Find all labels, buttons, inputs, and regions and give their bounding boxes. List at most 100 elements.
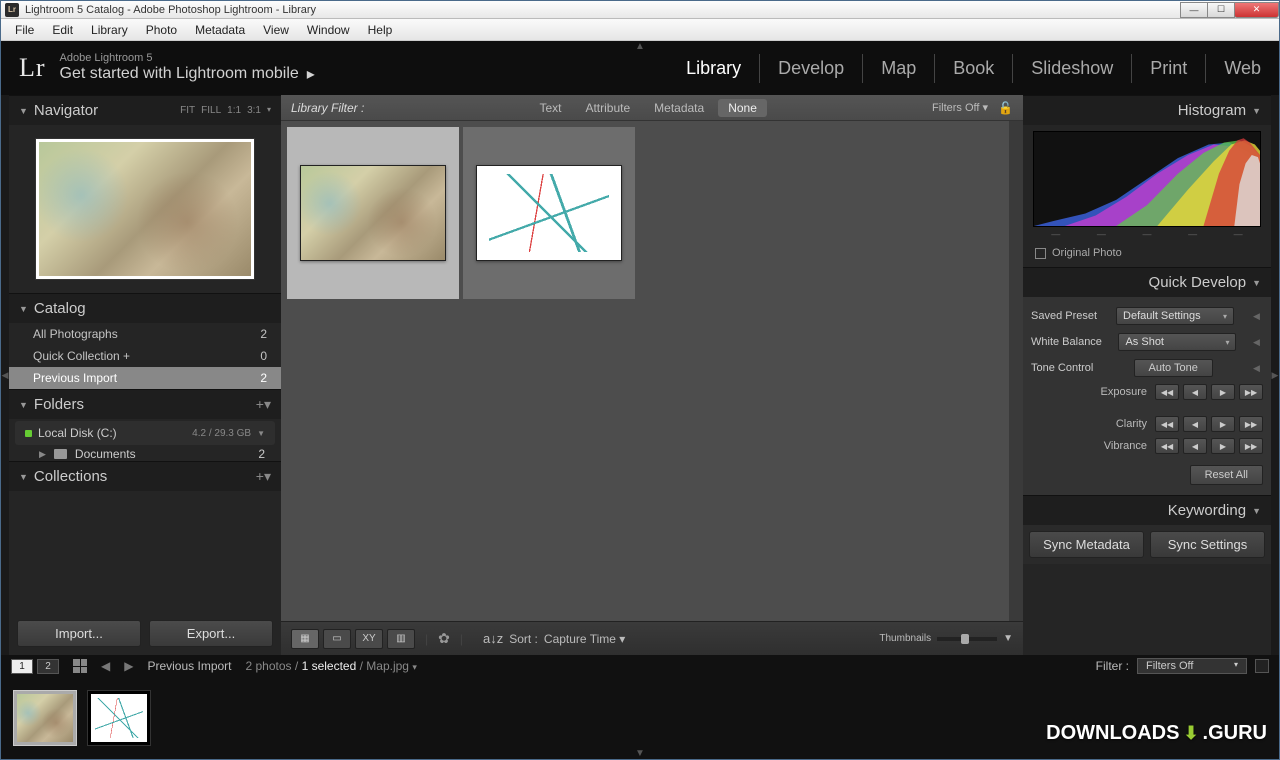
saved-preset-select[interactable]: Default Settings▾ xyxy=(1116,307,1234,325)
module-print[interactable]: Print xyxy=(1132,54,1206,83)
grid-scrollbar[interactable] xyxy=(1009,121,1023,621)
catalog-all-photographs[interactable]: All Photographs2 xyxy=(9,323,281,345)
filmstrip-thumb[interactable] xyxy=(87,690,151,746)
nav-fit[interactable]: FIT xyxy=(180,105,195,116)
module-develop[interactable]: Develop xyxy=(760,54,863,83)
menu-metadata[interactable]: Metadata xyxy=(187,21,253,39)
filter-preset-select[interactable]: Filters Off▾ xyxy=(1137,658,1247,674)
vibrance-plus[interactable]: ▶ xyxy=(1211,438,1235,454)
grid-cell[interactable] xyxy=(463,127,635,299)
add-collection-icon[interactable]: +▾ xyxy=(256,468,271,485)
status-chevron-icon[interactable]: ▾ xyxy=(412,662,417,672)
exposure-minus[interactable]: ◀ xyxy=(1183,384,1207,400)
clarity-minus-large[interactable]: ◀◀ xyxy=(1155,416,1179,432)
module-slideshow[interactable]: Slideshow xyxy=(1013,54,1132,83)
histogram-header[interactable]: Histogram▼ xyxy=(1023,95,1271,125)
view-loupe-button[interactable]: ▭ xyxy=(323,629,351,649)
section-toggle-icon[interactable]: ◀ xyxy=(1253,363,1263,374)
filter-attribute[interactable]: Attribute xyxy=(575,99,640,117)
clarity-plus-large[interactable]: ▶▶ xyxy=(1239,416,1263,432)
histogram-chart[interactable] xyxy=(1033,131,1261,227)
keywording-header[interactable]: Keywording▼ xyxy=(1023,495,1271,525)
chevron-down-icon[interactable]: ▼ xyxy=(257,429,265,438)
menu-view[interactable]: View xyxy=(255,21,297,39)
menu-help[interactable]: Help xyxy=(360,21,401,39)
close-button[interactable]: ✕ xyxy=(1234,2,1279,18)
catalog-header[interactable]: ▼Catalog xyxy=(9,293,281,323)
sync-settings-button[interactable]: Sync Settings xyxy=(1150,531,1265,558)
sort-value[interactable]: Capture Time ▾ xyxy=(544,632,625,646)
vibrance-minus[interactable]: ◀ xyxy=(1183,438,1207,454)
menu-photo[interactable]: Photo xyxy=(138,21,185,39)
filmstrip-thumb[interactable] xyxy=(13,690,77,746)
clarity-minus[interactable]: ◀ xyxy=(1183,416,1207,432)
filter-text[interactable]: Text xyxy=(529,99,571,117)
right-panel-toggle[interactable]: ▶ xyxy=(1271,95,1279,655)
folders-header[interactable]: ▼Folders +▾ xyxy=(9,389,281,419)
reset-all-button[interactable]: Reset All xyxy=(1190,465,1263,485)
exposure-plus-large[interactable]: ▶▶ xyxy=(1239,384,1263,400)
navigator-preview[interactable] xyxy=(36,139,254,279)
lock-icon[interactable]: 🔓 xyxy=(998,101,1013,115)
clarity-plus[interactable]: ▶ xyxy=(1211,416,1235,432)
menu-edit[interactable]: Edit xyxy=(44,21,81,39)
exposure-minus-large[interactable]: ◀◀ xyxy=(1155,384,1179,400)
navigator-header[interactable]: ▼Navigator FIT FILL 1:1 3:1 ▾ xyxy=(9,95,281,125)
nav-1to1[interactable]: 1:1 xyxy=(227,105,241,116)
sort-direction-icon[interactable]: a↓z xyxy=(483,631,503,646)
filters-off-dropdown[interactable]: Filters Off ▾ xyxy=(932,101,988,114)
left-panel-toggle[interactable]: ◀ xyxy=(1,95,9,655)
monitor-2-button[interactable]: 2 xyxy=(37,659,59,674)
menu-file[interactable]: File xyxy=(7,21,42,39)
catalog-previous-import[interactable]: Previous Import2 xyxy=(9,367,281,389)
filmstrip[interactable]: ▼ DOWNLOADS ⬇ .GURU xyxy=(1,677,1279,759)
menu-window[interactable]: Window xyxy=(299,21,358,39)
painter-icon[interactable]: ✿ xyxy=(438,630,450,647)
auto-tone-button[interactable]: Auto Tone xyxy=(1134,359,1213,377)
nav-3to1[interactable]: 3:1 xyxy=(247,105,261,116)
folders-disk-row[interactable]: Local Disk (C:) 4.2 / 29.3 GB▼ xyxy=(15,421,275,445)
thumbnail-size-slider[interactable] xyxy=(937,637,997,641)
module-library[interactable]: Library xyxy=(668,54,760,83)
filter-metadata[interactable]: Metadata xyxy=(644,99,714,117)
vibrance-minus-large[interactable]: ◀◀ xyxy=(1155,438,1179,454)
add-folder-icon[interactable]: +▾ xyxy=(256,396,271,413)
section-toggle-icon[interactable]: ◀ xyxy=(1253,337,1263,348)
original-photo-checkbox[interactable] xyxy=(1035,248,1046,259)
identity-mobile-link[interactable]: Get started with Lightroom mobile xyxy=(60,65,299,83)
grid-cell[interactable] xyxy=(287,127,459,299)
maximize-button[interactable]: ☐ xyxy=(1207,2,1235,18)
view-compare-button[interactable]: XY xyxy=(355,629,383,649)
status-source[interactable]: Previous Import xyxy=(147,659,231,673)
quick-develop-header[interactable]: Quick Develop▼ xyxy=(1023,267,1271,297)
nav-ratio-chevron-icon[interactable]: ▾ xyxy=(267,105,271,116)
view-survey-button[interactable]: ▥ xyxy=(387,629,415,649)
toolbar-menu-icon[interactable]: ▼ xyxy=(1003,633,1013,644)
folders-documents[interactable]: ▶Documents 2 xyxy=(9,447,281,461)
collections-header[interactable]: ▼Collections +▾ xyxy=(9,461,281,491)
bottom-panel-toggle-icon[interactable]: ▼ xyxy=(635,748,645,759)
filter-lock-toggle[interactable] xyxy=(1255,659,1269,673)
module-map[interactable]: Map xyxy=(863,54,935,83)
sync-metadata-button[interactable]: Sync Metadata xyxy=(1029,531,1144,558)
grid-view[interactable] xyxy=(281,121,1023,621)
filter-none[interactable]: None xyxy=(718,99,767,117)
exposure-plus[interactable]: ▶ xyxy=(1211,384,1235,400)
view-grid-button[interactable]: ▦ xyxy=(291,629,319,649)
grid-view-icon[interactable] xyxy=(73,659,87,673)
import-button[interactable]: Import... xyxy=(17,620,141,647)
nav-back-icon[interactable]: ◀ xyxy=(101,659,110,673)
vibrance-plus-large[interactable]: ▶▶ xyxy=(1239,438,1263,454)
white-balance-select[interactable]: As Shot▾ xyxy=(1118,333,1236,351)
module-web[interactable]: Web xyxy=(1206,54,1261,83)
module-book[interactable]: Book xyxy=(935,54,1013,83)
nav-forward-icon[interactable]: ▶ xyxy=(124,659,133,673)
catalog-quick-collection[interactable]: Quick Collection +0 xyxy=(9,345,281,367)
minimize-button[interactable]: — xyxy=(1180,2,1208,18)
export-button[interactable]: Export... xyxy=(149,620,273,647)
section-toggle-icon[interactable]: ◀ xyxy=(1253,311,1263,322)
monitor-1-button[interactable]: 1 xyxy=(11,659,33,674)
nav-fill[interactable]: FILL xyxy=(201,105,221,116)
top-panel-toggle-icon[interactable]: ▲ xyxy=(635,41,645,52)
menu-library[interactable]: Library xyxy=(83,21,136,39)
